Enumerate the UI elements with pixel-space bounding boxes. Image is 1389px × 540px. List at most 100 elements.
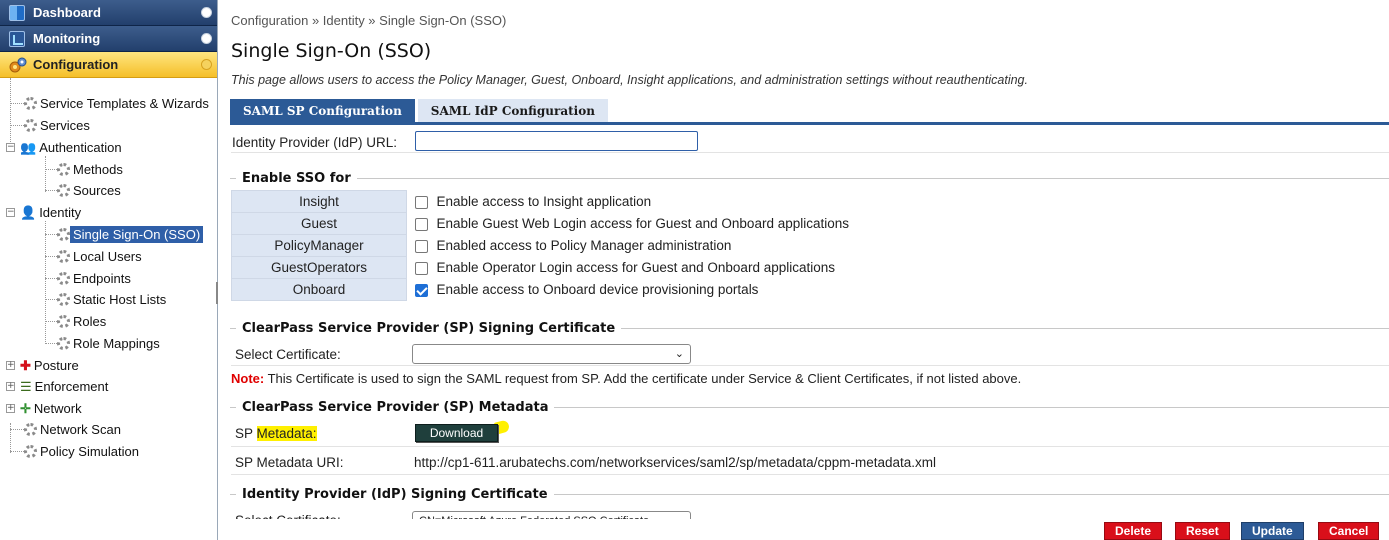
- tree-item-authentication[interactable]: − 👥 Authentication: [6, 137, 122, 157]
- expand-dot-icon[interactable]: [201, 33, 212, 44]
- config-tree: Service Templates & Wizards Services − 👥…: [0, 78, 217, 459]
- gear-icon: [24, 96, 37, 110]
- policymanager-checkbox[interactable]: [415, 239, 428, 253]
- configuration-icon: [9, 57, 27, 73]
- sp-certificate-select[interactable]: ⌄: [412, 344, 691, 364]
- note-prefix: Note:: [231, 371, 265, 386]
- tab-saml-sp-configuration[interactable]: SAML SP Configuration: [230, 99, 415, 122]
- tree-item-methods[interactable]: Methods: [57, 159, 123, 179]
- tree-item-endpoints[interactable]: Endpoints: [57, 268, 131, 288]
- tree-item-enforcement[interactable]: + ☰ Enforcement: [6, 376, 108, 396]
- gear-icon: [57, 249, 70, 263]
- table-row: Guest Enable Guest Web Login access for …: [231, 212, 1389, 235]
- collapse-icon[interactable]: −: [6, 207, 15, 217]
- sidebar: Dashboard Monitoring Configuration Servi…: [0, 0, 218, 540]
- sp-cert-row: Select Certificate:: [235, 343, 1389, 365]
- tree-item-sso[interactable]: Single Sign-On (SSO): [57, 224, 204, 244]
- tree-item-roles[interactable]: Roles: [57, 311, 106, 331]
- app-description: Enable access to Insight application: [436, 194, 652, 209]
- enable-sso-legend-text: Enable SSO for: [242, 170, 351, 186]
- nav-dashboard-label: Dashboard: [33, 5, 101, 20]
- nav-dashboard[interactable]: Dashboard: [0, 0, 217, 26]
- nav-configuration[interactable]: Configuration: [0, 52, 217, 78]
- app-name: Guest: [231, 212, 407, 235]
- tree-item-identity[interactable]: − 👤 Identity: [6, 202, 81, 222]
- authentication-icon: 👥: [20, 139, 37, 155]
- table-row: Insight Enable access to Insight applica…: [231, 190, 1389, 213]
- tree-item-label: Local Users: [73, 248, 142, 264]
- tree-item-network[interactable]: + ✛ Network: [6, 398, 82, 418]
- tree-item-label: Service Templates & Wizards: [40, 95, 209, 111]
- collapse-dot-icon[interactable]: [201, 59, 212, 70]
- tree-item-label: Network Scan: [40, 421, 121, 437]
- sp-metadata-label: SP Metadata:: [235, 425, 317, 441]
- tab-underline: [230, 122, 1389, 125]
- tree-item-role-mappings[interactable]: Role Mappings: [57, 333, 160, 353]
- idp-url-row: Identity Provider (IdP) URL:: [230, 131, 1389, 153]
- gear-icon: [57, 336, 70, 350]
- update-button[interactable]: Update: [1241, 522, 1304, 540]
- tree-item-network-scan[interactable]: Network Scan: [24, 419, 121, 439]
- sp-metadata-uri-label: SP Metadata URI:: [235, 454, 344, 470]
- table-row: Onboard Enable access to Onboard device …: [231, 278, 1389, 301]
- tree-item-label: Authentication: [39, 139, 122, 155]
- insight-checkbox[interactable]: [415, 195, 428, 209]
- tree-item-service-templates[interactable]: Service Templates & Wizards: [24, 93, 209, 113]
- tree-item-label: Sources: [73, 182, 121, 198]
- page-title: Single Sign-On (SSO): [231, 40, 432, 62]
- reset-button[interactable]: Reset: [1175, 522, 1230, 540]
- sp-signing-legend: ClearPass Service Provider (SP) Signing …: [230, 318, 1389, 338]
- enforcement-icon: ☰: [20, 378, 32, 394]
- nav-configuration-label: Configuration: [33, 57, 119, 72]
- network-icon: ✛: [20, 400, 31, 416]
- tree-item-services[interactable]: Services: [24, 115, 90, 135]
- tree-item-label: Single Sign-On (SSO): [70, 225, 204, 243]
- tree-item-label: Endpoints: [73, 270, 131, 286]
- app-description: Enable Guest Web Login access for Guest …: [436, 216, 850, 231]
- sp-metadata-uri-value: http://cp1-611.arubatechs.com/networkser…: [414, 454, 936, 470]
- sidebar-splitter[interactable]: [216, 282, 218, 304]
- tree-item-local-users[interactable]: Local Users: [57, 246, 142, 266]
- enable-sso-legend: Enable SSO for: [230, 168, 1389, 188]
- tab-saml-idp-configuration[interactable]: SAML IdP Configuration: [417, 99, 608, 122]
- app-description: Enabled access to Policy Manager adminis…: [436, 238, 732, 253]
- app-name: Onboard: [231, 278, 407, 301]
- app-name: Insight: [231, 190, 407, 213]
- cancel-button[interactable]: Cancel: [1318, 522, 1380, 540]
- sp-metadata-legend-text: ClearPass Service Provider (SP) Metadata: [242, 399, 549, 415]
- nav-monitoring-label: Monitoring: [33, 31, 101, 46]
- sp-cert-note: Note: This Certificate is used to sign t…: [231, 371, 1021, 386]
- app-name: GuestOperators: [231, 256, 407, 279]
- collapse-icon[interactable]: −: [6, 142, 15, 152]
- tree-item-label: Identity: [39, 204, 82, 220]
- gear-icon: [57, 183, 70, 197]
- delete-button[interactable]: Delete: [1104, 522, 1163, 540]
- idp-signing-legend-text: Identity Provider (IdP) Signing Certific…: [242, 486, 548, 502]
- expand-icon[interactable]: +: [6, 381, 15, 391]
- idp-url-input[interactable]: [415, 131, 698, 151]
- sp-metadata-legend: ClearPass Service Provider (SP) Metadata: [230, 397, 1389, 417]
- gear-icon: [57, 314, 70, 328]
- guest-checkbox[interactable]: [415, 217, 428, 231]
- tree-item-policy-simulation[interactable]: Policy Simulation: [24, 441, 139, 461]
- sp-signing-legend-text: ClearPass Service Provider (SP) Signing …: [242, 320, 616, 336]
- idp-url-label: Identity Provider (IdP) URL:: [232, 134, 398, 150]
- guestoperators-checkbox[interactable]: [415, 261, 428, 275]
- tree-item-label: Posture: [33, 357, 79, 373]
- onboard-checkbox[interactable]: [415, 283, 429, 297]
- tree-item-posture[interactable]: + ✚ Posture: [6, 355, 79, 375]
- expand-icon[interactable]: +: [6, 403, 15, 413]
- tree-item-label: Role Mappings: [73, 335, 160, 351]
- tree-item-label: Static Host Lists: [73, 291, 167, 307]
- tree-item-label: Policy Simulation: [40, 443, 139, 459]
- tree-item-label: Roles: [73, 313, 107, 329]
- tree-item-sources[interactable]: Sources: [57, 180, 121, 200]
- page-description: This page allows users to access the Pol…: [231, 73, 1028, 87]
- note-text: This Certificate is used to sign the SAM…: [264, 371, 1022, 386]
- chevron-down-icon: ⌄: [674, 348, 684, 360]
- tree-item-static-host-lists[interactable]: Static Host Lists: [57, 289, 166, 309]
- expand-icon[interactable]: +: [6, 360, 15, 370]
- expand-dot-icon[interactable]: [201, 7, 212, 18]
- nav-monitoring[interactable]: Monitoring: [0, 26, 217, 52]
- download-button[interactable]: Download: [415, 424, 498, 442]
